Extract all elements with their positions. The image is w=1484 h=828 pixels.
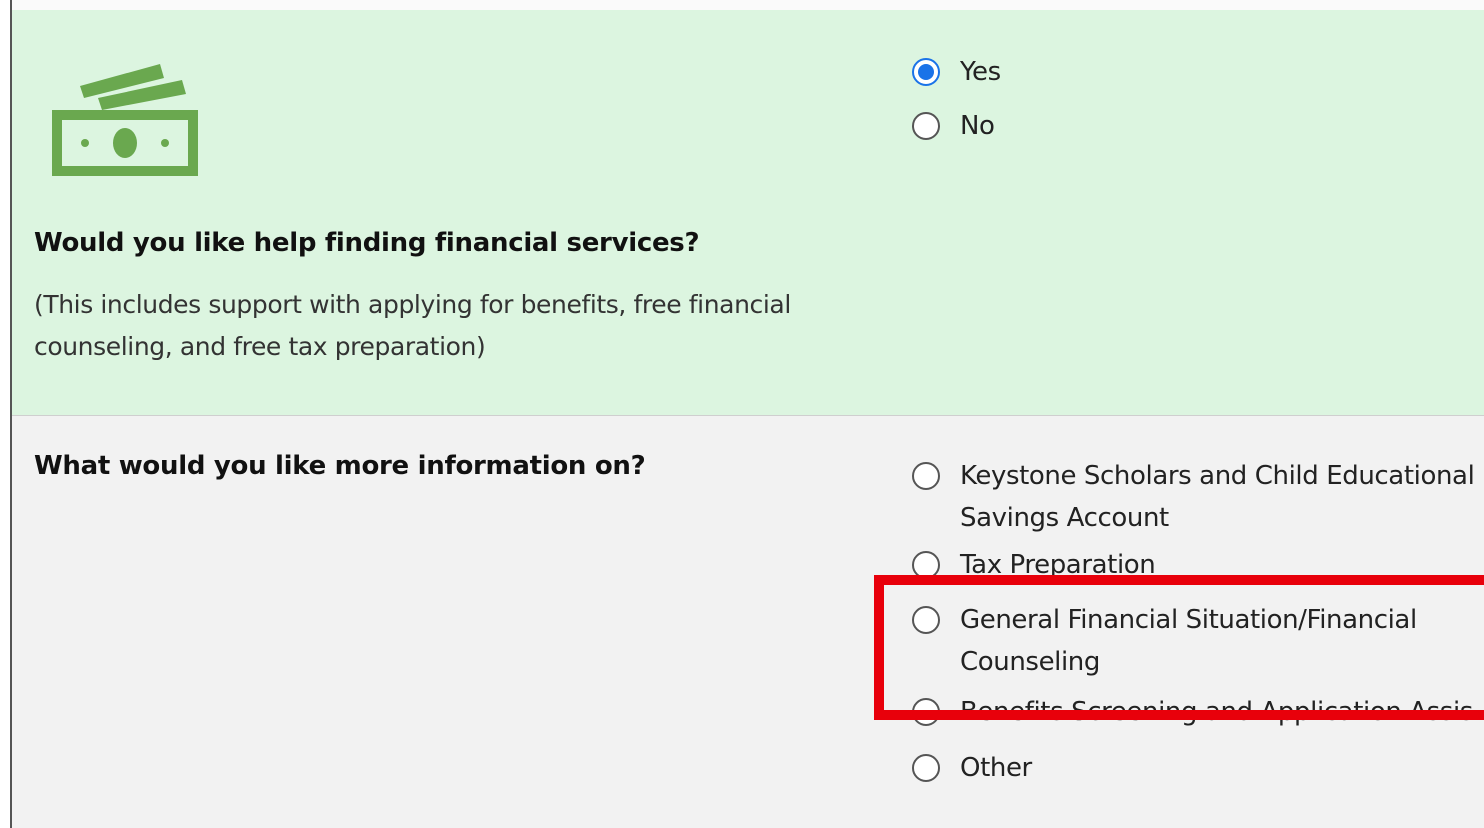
option-general-line-1: General Financial Situation/Financial xyxy=(960,605,1417,635)
option-keystone-line-1: Keystone Scholars and Child Educational xyxy=(960,461,1475,491)
option-yes[interactable]: Yes xyxy=(898,57,1001,93)
option-tax-preparation[interactable]: Tax Preparation xyxy=(898,551,1155,577)
option-other[interactable]: Other xyxy=(898,753,1032,789)
radio-tax-preparation[interactable] xyxy=(912,551,940,577)
option-keystone-scholars-label: Keystone Scholars and Child Educational … xyxy=(960,455,1475,539)
option-tax-preparation-label: Tax Preparation xyxy=(960,551,1156,577)
radio-no[interactable] xyxy=(912,112,940,140)
radio-other[interactable] xyxy=(912,754,940,782)
option-benefits-screening-label: Benefits Screening and Application Assis xyxy=(960,697,1473,727)
option-yes-label: Yes xyxy=(960,57,1001,87)
option-general-line-2: Counseling xyxy=(960,647,1100,677)
description-line-2: counseling, and free tax preparation) xyxy=(34,332,486,361)
money-icon xyxy=(52,64,198,176)
description-line-1: (This includes support with applying for… xyxy=(34,290,791,319)
radio-general-financial[interactable] xyxy=(912,606,940,634)
option-general-financial[interactable]: General Financial Situation/Financial Co… xyxy=(898,605,1417,683)
radio-keystone-scholars[interactable] xyxy=(912,462,940,490)
option-benefits-screening[interactable]: Benefits Screening and Application Assis xyxy=(898,697,1473,733)
more-information-question: What would you like more information on? xyxy=(34,451,646,481)
option-other-label: Other xyxy=(960,753,1032,783)
option-general-financial-label: General Financial Situation/Financial Co… xyxy=(960,599,1417,683)
radio-yes[interactable] xyxy=(912,58,940,86)
financial-services-question: Would you like help finding financial se… xyxy=(34,228,700,258)
option-keystone-scholars[interactable]: Keystone Scholars and Child Educational … xyxy=(898,461,1475,539)
financial-services-description: (This includes support with applying for… xyxy=(34,284,791,368)
option-no[interactable]: No xyxy=(898,111,995,147)
option-no-label: No xyxy=(960,111,995,141)
radio-benefits-screening[interactable] xyxy=(912,698,940,726)
option-keystone-line-2: Savings Account xyxy=(960,503,1169,533)
